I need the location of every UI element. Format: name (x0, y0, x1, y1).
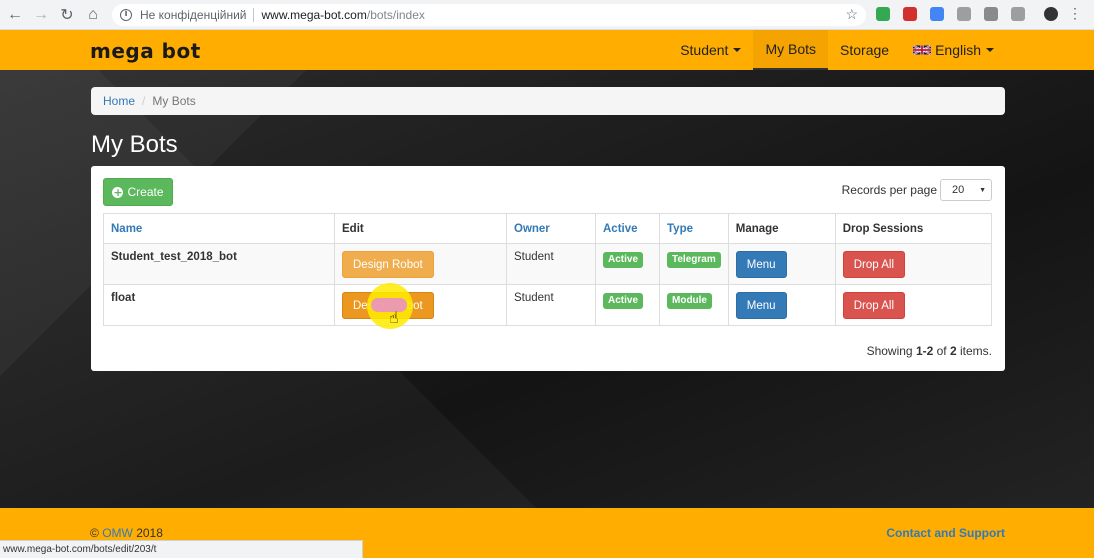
breadcrumb-separator: / (142, 94, 146, 108)
type-badge: Telegram (667, 252, 721, 268)
type-badge: Module (667, 293, 712, 309)
company-link[interactable]: OMW (102, 526, 133, 540)
home-icon[interactable]: ⌂ (82, 4, 104, 26)
drop-all-button[interactable]: Drop All (842, 251, 906, 278)
hand-cursor-icon: ☝ (389, 308, 399, 327)
address-divider (253, 8, 255, 22)
bot-owner: Student (506, 243, 596, 285)
profile-avatar-icon[interactable] (1044, 7, 1058, 21)
address-bar[interactable]: i Не конфіденційний www.mega-bot.com/bot… (112, 4, 866, 26)
extension-icon[interactable] (903, 7, 917, 21)
column-header-name[interactable]: Name (103, 213, 335, 244)
column-header-active[interactable]: Active (595, 213, 660, 244)
info-icon[interactable]: i (120, 9, 132, 21)
nav-my-bots[interactable]: My Bots (753, 30, 829, 70)
contact-support-link[interactable]: Contact and Support (886, 526, 1005, 540)
back-arrow-icon[interactable]: ← (4, 4, 26, 26)
forward-arrow-icon[interactable]: → (30, 4, 52, 26)
site-navbar: mega bot Student My Bots Storage English (0, 30, 1094, 70)
drop-all-button[interactable]: Drop All (842, 292, 906, 319)
column-header-drop-sessions: Drop Sessions (834, 213, 993, 244)
copyright: © OMW 2018 (90, 526, 163, 540)
records-per-page: Records per page 20 ▼ (842, 179, 992, 201)
bot-name: float (103, 284, 335, 326)
extension-icon[interactable] (876, 7, 890, 21)
pagination-summary: Showing 1-2 of 2 items. (866, 344, 992, 358)
bot-owner: Student (506, 284, 596, 326)
select-arrow-icon: ▼ (979, 186, 986, 194)
table-row: float Design Robot Student Active Module… (103, 284, 993, 326)
create-button[interactable]: + Create (103, 178, 173, 206)
status-url: www.mega-bot.com/bots/edit/203/t (0, 540, 363, 558)
nav-language-dropdown[interactable]: English (901, 30, 1006, 70)
security-label: Не конфіденційний (140, 8, 247, 22)
extension-icon[interactable] (984, 7, 998, 21)
url-text: www.mega-bot.com/bots/index (261, 8, 425, 22)
design-robot-button[interactable]: Design Robot (342, 251, 434, 278)
records-per-page-label: Records per page (841, 183, 937, 197)
bookmark-star-icon[interactable]: ☆ (845, 6, 858, 23)
bots-table: Name Edit Owner Active Type Manage Drop … (103, 213, 993, 326)
breadcrumb-current: My Bots (152, 94, 196, 108)
bots-panel: + Create Records per page 20 ▼ Name Edit… (91, 166, 1005, 371)
extension-icon[interactable] (957, 7, 971, 21)
uk-flag-icon (913, 44, 932, 56)
reload-icon[interactable]: ↻ (56, 4, 78, 26)
caret-down-icon (733, 48, 742, 52)
breadcrumb: Home / My Bots (91, 87, 1005, 115)
nav-student-dropdown[interactable]: Student (668, 30, 753, 70)
menu-button[interactable]: Menu (735, 292, 787, 319)
page-title: My Bots (91, 131, 178, 158)
records-per-page-select[interactable]: 20 ▼ (940, 179, 992, 201)
column-header-manage: Manage (727, 213, 836, 244)
active-badge: Active (603, 293, 644, 309)
table-row: Student_test_2018_bot Design Robot Stude… (103, 243, 993, 285)
nav-links: Student My Bots Storage English (668, 30, 1006, 70)
browser-toolbar: ← → ↻ ⌂ i Не конфіденційний www.mega-bot… (0, 0, 1094, 30)
brand-logo[interactable]: mega bot (90, 39, 201, 63)
kebab-menu-icon[interactable]: ⋮ (1068, 6, 1082, 20)
column-header-owner[interactable]: Owner (506, 213, 596, 244)
menu-button[interactable]: Menu (735, 251, 787, 278)
column-header-edit: Edit (334, 213, 507, 244)
bot-name: Student_test_2018_bot (103, 243, 335, 285)
extension-icon[interactable] (1011, 7, 1025, 21)
extension-icon[interactable] (930, 7, 944, 21)
active-badge: Active (603, 252, 644, 268)
column-header-type[interactable]: Type (659, 213, 729, 244)
plus-circle-icon: + (112, 185, 124, 199)
extension-icons (876, 7, 1071, 21)
nav-storage[interactable]: Storage (828, 30, 901, 70)
caret-down-icon (986, 48, 994, 52)
breadcrumb-home-link[interactable]: Home (103, 94, 135, 108)
